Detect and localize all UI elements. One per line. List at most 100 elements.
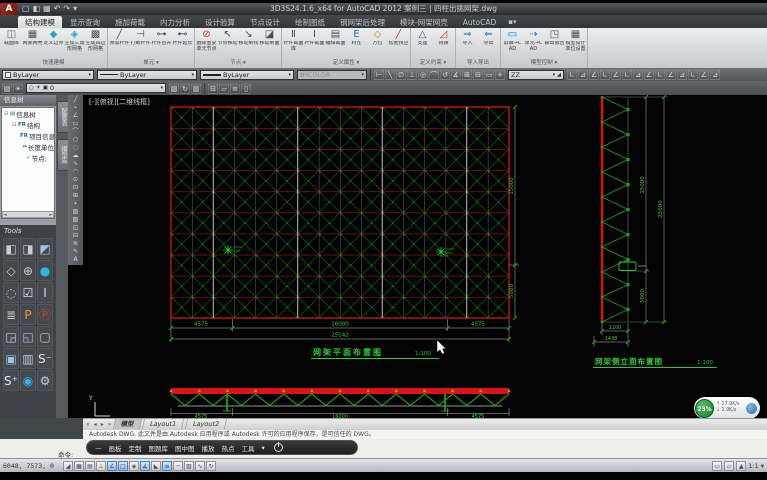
pill-item-5[interactable]: 热点 [222,443,235,453]
tools-grid-button-16[interactable]: ▥ [20,348,36,369]
ribbon-button[interactable]: ◪移动到面 [259,29,280,52]
drawing-canvas[interactable]: ╱⌁∠▭⌒○◌☁∿◠⊙⊡⊞∙▨▧◱⊟≋✎A [-][俯视][二维线框] [68,95,767,418]
autocad-logo-icon[interactable]: A [1,3,17,15]
ribbon-tab-7[interactable]: 钢网架后处理 [333,16,392,28]
ribbon-button[interactable]: ⊘删除重复单元节点 [196,29,217,52]
pill-chevron-icon[interactable]: ▾ [262,444,265,452]
ucs-tool-button-7[interactable]: ∠ [644,69,654,80]
ribbon-button[interactable]: ⇒导入 [457,29,478,52]
dim-tool-button-5[interactable]: ⌒ [429,69,439,80]
ribbon-tab-8[interactable]: 模块-网架网壳 [393,16,455,28]
scroll-left-icon[interactable]: ◂ [4,212,7,217]
ribbon-group-label[interactable]: 单元 ▾ [108,59,194,68]
tools-grid-button-1[interactable]: ◨ [20,238,36,259]
ucs-tool-button-6[interactable]: ⊿ [633,69,643,80]
scroll-right-icon[interactable]: ▸ [49,212,52,217]
ribbon-tab-4[interactable]: 设计验算 [198,16,242,28]
draw-tool-button-12[interactable]: ⊞ [70,192,82,200]
linetype-combo[interactable]: ByLayer▾ [97,70,197,80]
qat-qat-menu-icon[interactable]: ▾ [73,4,77,14]
ribbon-button[interactable]: ▭屏幕→CAD [502,29,523,52]
ribbon-tab-0[interactable]: 结构建模 [18,16,62,28]
ucs-tool-button-2[interactable]: ∠ [589,69,599,80]
ucs-tool-button-12[interactable]: ∠ [699,69,709,80]
pill-item-0[interactable]: 画板 [109,443,122,453]
dim-tool-button-11[interactable]: + [495,69,505,80]
dim-tool-button-3[interactable]: ⊥ [407,69,417,80]
draw-tool-button-5[interactable]: ○ [70,136,82,144]
ribbon-button[interactable]: E材性 [346,29,367,52]
tools-grid-button-6[interactable]: ◌ [3,282,19,303]
status-right-button-1[interactable]: ▱ [724,461,734,471]
draw-tool-button-11[interactable]: ⊡ [70,184,82,192]
layer-tool-button-0[interactable]: ▨ [169,83,179,94]
dim-tool-button-4[interactable]: ◎ [418,69,428,80]
ribbon-group-label[interactable]: 模型控制 ▾ [501,59,587,68]
ribbon-button[interactable]: ╱松弛预应 [388,29,409,52]
draw-tool-button-13[interactable]: ∙ [70,200,82,208]
pill-item-2[interactable]: 图题库 [149,443,169,453]
draw-tool-button-1[interactable]: ⌁ [70,104,82,112]
status-toggle-8[interactable]: ◣ [151,461,161,471]
layout-tab-0[interactable]: 模型 [113,419,142,429]
layout-tab-1[interactable]: Layout1 [142,419,184,429]
ucs-tool-button-0[interactable]: ∟ [567,69,577,80]
style-combo[interactable]: ZZ▾◢ [508,70,564,80]
dim-tool-button-2[interactable]: ∅ [396,69,406,80]
ribbon-button[interactable]: ◿刚接 [433,29,454,52]
pill-minimize-button[interactable]: — [95,444,102,452]
ribbon-more-icon[interactable]: ▪▾ [504,16,520,28]
draw-tool-button-19[interactable]: ✎ [70,248,82,256]
layout-nav-icon-3[interactable]: » [107,421,113,428]
pill-item-1[interactable]: 定制 [129,443,142,453]
ribbon-tab-5[interactable]: 节点设计 [243,16,287,28]
tools-grid-button-11[interactable]: Ⓟ [37,304,53,325]
ucs-tool-button-8[interactable]: ∟ [655,69,665,80]
draw-tool-button-6[interactable]: ◌ [70,144,82,152]
qat-undo-icon[interactable]: ↶ [54,4,61,14]
layer-tool-button-2[interactable]: ▥ [191,83,201,94]
ribbon-button[interactable]: ⇐导出 [478,29,499,52]
ucs-tool-button-9[interactable]: ∠ [666,69,676,80]
layer-tool-button-0[interactable]: ▧ [2,83,12,94]
ribbon-button[interactable]: ◳输出报告 [544,29,565,52]
draw-tool-button-0[interactable]: ╱ [70,96,82,104]
ucs-tool-button-5[interactable]: ∟ [622,69,632,80]
status-toggle-0[interactable]: ◢ [63,461,73,471]
ribbon-button[interactable]: ▤编辑截面 [325,29,346,52]
ribbon-group-label[interactable]: 定义约束 ▾ [411,59,455,68]
status-toggle-7[interactable]: ∡ [140,461,150,471]
layer-tool-button-0[interactable]: ⊟ [208,83,218,94]
annotation-scale-value[interactable]: 1:1 [748,462,758,470]
ribbon-button[interactable]: ⇢单元→CAD [523,29,544,52]
draw-tool-button-15[interactable]: ▧ [70,216,82,224]
ribbon-tab-1[interactable]: 显示查询 [63,16,107,28]
tools-grid-button-15[interactable]: ▣ [3,348,19,369]
dim-tool-button-9[interactable]: ⊟ [473,69,483,80]
widget-button-icon[interactable] [746,403,757,414]
viewport-controls-label[interactable]: [-][俯视][二维线框] [89,97,150,106]
tools-grid-button-18[interactable]: S⁺ [3,370,19,391]
status-right-button-2[interactable]: ▲ [736,461,746,471]
memory-percent-badge[interactable]: 23% [695,399,714,418]
dim-tool-button-0[interactable]: ⊢ [374,69,384,80]
tools-grid-button-3[interactable]: ◇ [3,260,19,281]
draw-tool-button-18[interactable]: ≋ [70,240,82,248]
tools-grid-button-0[interactable]: ◧ [3,238,19,259]
tree-item-2[interactable]: FR项目信息 [2,130,54,141]
color-combo[interactable]: ByLayer▾ [2,70,94,80]
tools-grid-button-5[interactable]: ● [37,260,53,281]
layer-tool-button-1[interactable]: ▱ [219,83,229,94]
dim-tool-button-8[interactable]: ⊞ [462,69,472,80]
ribbon-button[interactable]: Ⅰ杆件截面 [304,29,325,52]
status-right-button-0[interactable]: ▭ [712,461,722,471]
ribbon-button[interactable]: ⊷杆件延长 [172,29,193,52]
qat-redo-icon[interactable]: ↷ [63,4,70,14]
ribbon-button[interactable]: △支座 [412,29,433,52]
ribbon-button[interactable]: Ⅱ杆件截面库 [283,29,304,52]
scale-chevron-icon[interactable]: ▾ [761,462,764,470]
tools-grid-button-20[interactable]: ⚙ [37,370,53,391]
layer-tool-button-1[interactable]: ☀ [13,83,23,94]
ribbon-button[interactable]: ▦模型设计单位设置 [565,29,586,52]
ribbon-tab-9[interactable]: AutoCAD [456,16,504,28]
